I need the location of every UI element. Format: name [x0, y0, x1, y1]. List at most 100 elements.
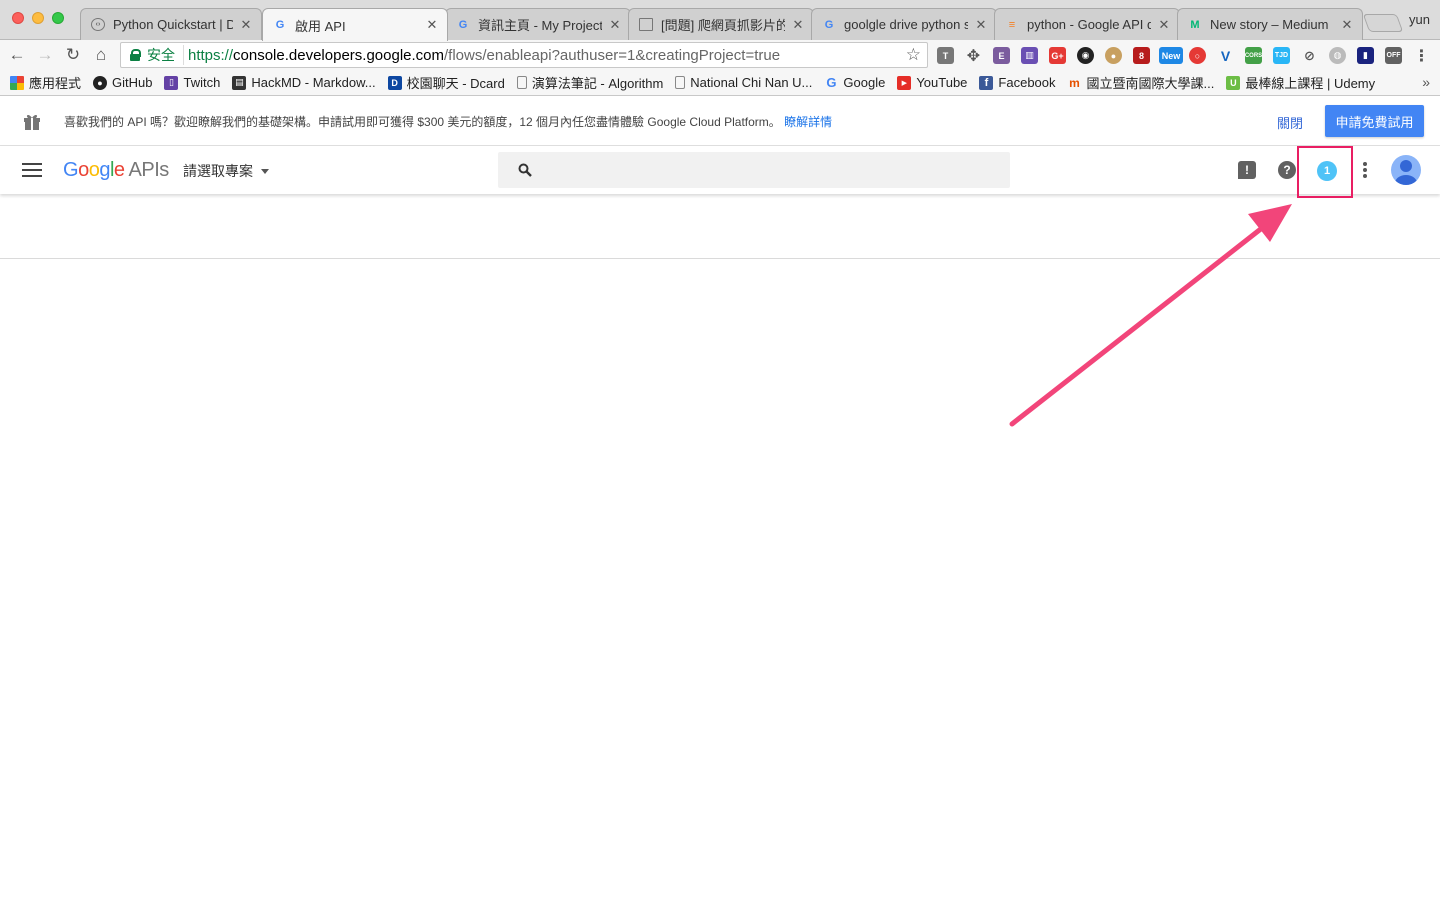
extension-link-icon[interactable]: ⊘	[1301, 47, 1318, 64]
google-icon: G	[275, 19, 285, 31]
google-icon: G	[826, 75, 837, 90]
forward-arrow-icon[interactable]: →	[34, 44, 56, 66]
extension-move-icon[interactable]: ✥	[965, 47, 982, 65]
close-tab-icon[interactable]: ✕	[974, 17, 988, 33]
project-selector[interactable]: 請選取專案	[183, 161, 269, 181]
close-tab-icon[interactable]: ✕	[608, 17, 622, 33]
window-close-button[interactable]	[12, 12, 24, 24]
hackmd-icon: ▤	[232, 75, 247, 90]
close-banner-button[interactable]: 關閉	[1277, 113, 1303, 132]
logo-letter: g	[99, 159, 110, 181]
new-tab-button[interactable]	[1362, 14, 1404, 32]
hamburger-menu-icon[interactable]	[22, 163, 42, 177]
bookmark-google[interactable]: G Google	[824, 75, 885, 90]
free-trial-button[interactable]: 申請免費試用	[1325, 105, 1424, 137]
google-icon: G	[458, 18, 468, 31]
page-icon	[675, 76, 686, 89]
help-icon[interactable]: ?	[1278, 161, 1296, 179]
close-tab-icon[interactable]: ✕	[1340, 17, 1354, 33]
dcard-icon: D	[387, 75, 402, 90]
extension-bookmark-icon[interactable]: ▮	[1357, 47, 1374, 64]
close-tab-icon[interactable]: ✕	[791, 17, 805, 33]
browser-tab-active[interactable]: G 啟用 API ✕	[262, 8, 448, 41]
extension-v-icon[interactable]: V	[1217, 47, 1234, 64]
browser-tab[interactable]: G goolgle drive python s ✕	[811, 8, 997, 40]
extension-new-icon[interactable]: New	[1159, 47, 1183, 64]
bookmark-dcard[interactable]: D 校園聊天 - Dcard	[387, 73, 505, 92]
extension-badge-icon[interactable]: 8	[1133, 47, 1150, 64]
browser-tab[interactable]: [問題] 爬網頁抓影片的 ✕	[628, 8, 814, 40]
bookmark-ncnu[interactable]: National Chi Nan U...	[675, 75, 812, 90]
promo-message: 喜歡我們的 API 嗎？歡迎瞭解我們的基礎架構。申請試用即可獲得 $300 美元…	[64, 113, 832, 130]
bookmark-hackmd[interactable]: ▤ HackMD - Markdow...	[232, 75, 376, 90]
extension-t-icon[interactable]: T	[937, 47, 954, 64]
lock-icon	[129, 49, 141, 61]
profile-name[interactable]: yun	[1409, 12, 1430, 27]
extension-cors-icon[interactable]: CORS	[1245, 47, 1262, 64]
bookmark-label: 國立暨南國際大學課...	[1086, 76, 1215, 91]
google-icon: G	[824, 18, 834, 31]
close-tab-icon[interactable]: ✕	[425, 17, 439, 33]
bookmark-label: YouTube	[916, 75, 968, 90]
extension-globe-icon[interactable]: ◍	[1329, 47, 1346, 64]
search-input[interactable]	[498, 152, 1010, 188]
window-maximize-button[interactable]	[52, 12, 64, 24]
extension-gplus-icon[interactable]: G+	[1049, 47, 1066, 64]
extension-record-icon[interactable]: ○	[1189, 47, 1206, 64]
back-arrow-icon[interactable]: ←	[6, 44, 28, 66]
gift-icon	[24, 114, 40, 130]
browser-tab[interactable]: M New story – Medium ✕	[1177, 8, 1363, 40]
tab-title: goolgle drive python s	[844, 17, 968, 32]
secure-label: 安全	[147, 45, 184, 65]
extension-off-icon[interactable]: OFF	[1385, 47, 1402, 64]
home-icon[interactable]: ⌂	[90, 44, 112, 66]
close-tab-icon[interactable]: ✕	[239, 17, 253, 33]
bookmark-youtube[interactable]: ▶ YouTube	[897, 75, 967, 90]
tab-title: 資訊主頁 - My Project	[478, 18, 602, 33]
code-icon: ‹›	[91, 18, 105, 31]
extension-evernote-icon[interactable]: E	[993, 47, 1010, 64]
tab-title: 啟用 API	[295, 18, 346, 34]
extension-grid-icon[interactable]: ▥	[1021, 47, 1038, 64]
bookmark-udemy[interactable]: U 最棒線上課程 | Udemy	[1226, 73, 1375, 92]
bookmark-label: Twitch	[183, 75, 221, 90]
bookmark-label: 校園聊天 - Dcard	[406, 76, 505, 91]
bookmark-algorithm[interactable]: 演算法筆記 - Algorithm	[516, 73, 663, 92]
browser-tab[interactable]: G 資訊主頁 - My Project ✕	[445, 8, 631, 40]
browser-menu-icon[interactable]: ⋮	[1413, 47, 1430, 65]
console-app-bar: Google APIs 請選取專案 ! ? 1	[0, 146, 1440, 198]
google-apis-logo[interactable]: Google APIs	[63, 159, 169, 182]
logo-letter: G	[63, 159, 79, 181]
logo-letter: o	[88, 159, 100, 181]
search-icon	[518, 163, 532, 177]
browser-tab[interactable]: ≡ python - Google API q ✕	[994, 8, 1180, 40]
extension-ghost-icon[interactable]: ◉	[1077, 47, 1094, 64]
bookmark-label: Google	[843, 75, 886, 90]
bookmark-star-icon[interactable]: ☆	[906, 45, 921, 65]
bookmarks-bar: 應用程式 ● GitHub ▯ Twitch ▤ HackMD - Markdo…	[0, 70, 1440, 96]
close-tab-icon[interactable]: ✕	[1157, 17, 1171, 33]
address-bar[interactable]: 安全 https://console.developers.google.com…	[120, 42, 928, 68]
page-icon	[516, 76, 527, 89]
window-minimize-button[interactable]	[32, 12, 44, 24]
browser-tab[interactable]: ‹› Python Quickstart | D ✕	[80, 8, 262, 40]
bookmark-github[interactable]: ● GitHub	[93, 75, 152, 90]
bookmark-facebook[interactable]: f Facebook	[979, 75, 1056, 90]
extension-cookie-icon[interactable]: ●	[1105, 47, 1122, 64]
extension-tjd-icon[interactable]: TJD	[1273, 47, 1290, 64]
bookmark-label: National Chi Nan U...	[690, 75, 813, 90]
reload-icon[interactable]: ↻	[62, 44, 84, 66]
twitch-icon: ▯	[164, 75, 179, 90]
account-avatar[interactable]	[1391, 155, 1421, 185]
learn-more-link[interactable]: 瞭解詳情	[784, 115, 832, 129]
caret-down-icon	[261, 168, 269, 174]
bookmark-label: GitHub	[112, 75, 153, 90]
more-bookmarks-icon[interactable]: »	[1422, 74, 1430, 90]
bookmark-label: 最棒線上課程 | Udemy	[1245, 76, 1376, 91]
bookmark-twitch[interactable]: ▯ Twitch	[164, 75, 220, 90]
bookmark-label: Facebook	[998, 75, 1056, 90]
bookmark-apps[interactable]: 應用程式	[10, 73, 81, 92]
bookmark-ncnu-course[interactable]: m 國立暨南國際大學課...	[1068, 73, 1215, 92]
more-options-icon[interactable]	[1363, 162, 1367, 178]
feedback-icon[interactable]: !	[1238, 161, 1256, 179]
